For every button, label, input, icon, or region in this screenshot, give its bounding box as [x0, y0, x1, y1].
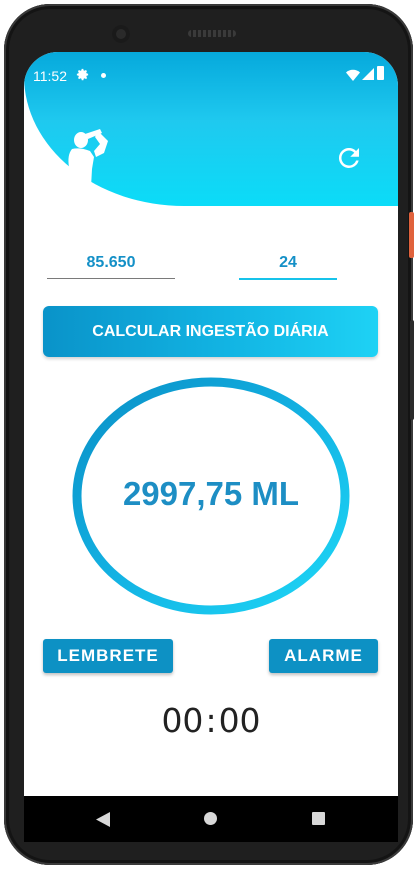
system-navigation-bar [24, 796, 398, 842]
status-time: 11:52 [33, 68, 67, 84]
battery-icon [377, 66, 384, 80]
home-icon[interactable] [204, 812, 217, 825]
calculate-intake-button[interactable]: CALCULAR INGESTÃO DIÁRIA [43, 306, 378, 357]
gear-icon [76, 68, 89, 81]
countdown-timer: 00:00 [24, 701, 398, 740]
header-banner: 11:52 [24, 52, 398, 207]
front-camera [112, 25, 130, 43]
reminder-button[interactable]: LEMBRETE [43, 639, 173, 673]
weight-input[interactable]: 85.650 [47, 252, 175, 279]
age-input[interactable]: 24 [239, 252, 337, 280]
daily-intake-result: 2997,75 ML [122, 475, 300, 512]
volume-button [410, 320, 414, 420]
recents-icon[interactable] [312, 812, 325, 825]
notification-dot-icon [101, 73, 106, 78]
timer-separator: : [205, 701, 217, 740]
app-screen: 11:52 85.650 24 CALCULAR INGESTÃO DIÁRIA… [24, 52, 398, 796]
back-icon[interactable] [96, 812, 110, 827]
timer-hours: 00 [161, 701, 204, 740]
signal-icon [362, 68, 374, 80]
age-input-value: 24 [279, 254, 297, 271]
power-button [409, 212, 414, 258]
alarm-button[interactable]: ALARME [269, 639, 378, 673]
earpiece-speaker [188, 30, 236, 37]
timer-minutes: 00 [218, 701, 261, 740]
device: 11:52 85.650 24 CALCULAR INGESTÃO DIÁRIA… [0, 0, 417, 869]
wifi-icon [346, 69, 360, 81]
weight-input-value: 85.650 [86, 254, 136, 271]
person-drinking-icon [66, 129, 108, 207]
refresh-icon[interactable] [334, 143, 364, 173]
status-bar: 11:52 [24, 52, 398, 94]
